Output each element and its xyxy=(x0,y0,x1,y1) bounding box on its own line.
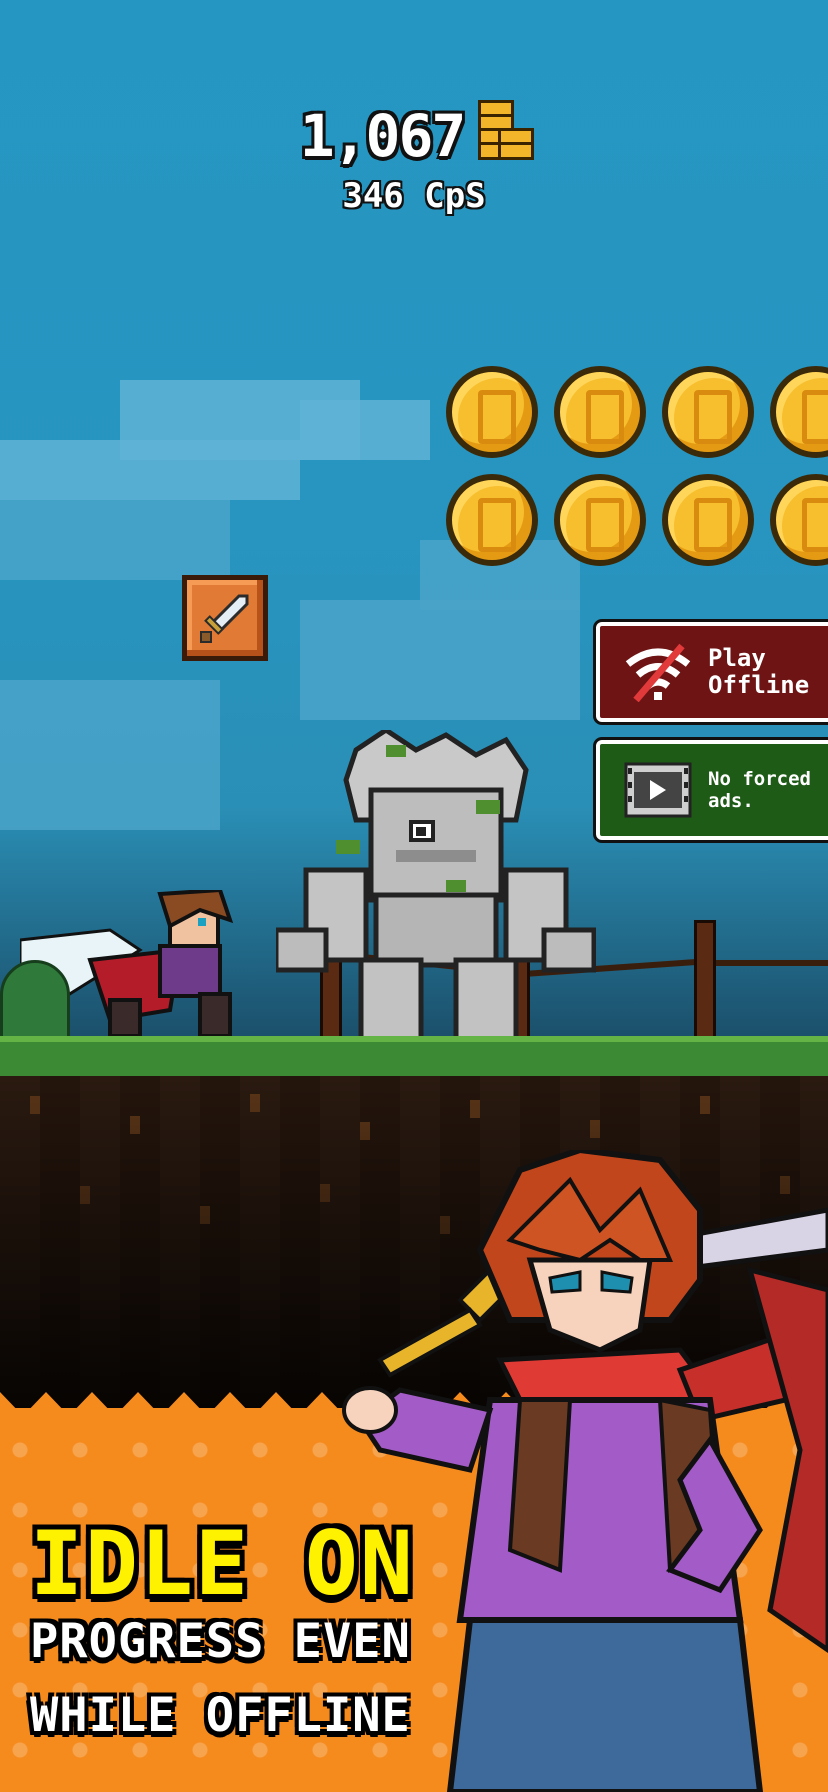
anime-heroine-art xyxy=(342,1150,828,1792)
dirt-speck xyxy=(590,1120,600,1138)
promo-subline-1: PROGRESS EVEN xyxy=(30,1614,411,1669)
dirt-speck xyxy=(320,1184,330,1202)
gold-coin-icon[interactable] xyxy=(662,474,754,566)
label-line: Play xyxy=(708,644,766,672)
gold-coin-icon[interactable] xyxy=(446,366,538,458)
gold-coin-icon[interactable] xyxy=(770,366,828,458)
promo-subline-2: WHILE OFFLINE xyxy=(30,1688,411,1743)
play-offline-card: Play Offline xyxy=(596,622,828,722)
game-screen: 1,067 346 CpS Play Offline No forced ads… xyxy=(0,0,828,1792)
no-wifi-icon xyxy=(622,642,694,703)
cloud xyxy=(300,600,580,720)
no-forced-ads-label: No forced ads. xyxy=(708,768,811,812)
play-offline-label: Play Offline xyxy=(708,645,809,699)
dirt-speck xyxy=(360,1122,370,1140)
dirt-speck xyxy=(470,1100,480,1118)
dirt-speck xyxy=(700,1096,710,1114)
fence-post xyxy=(694,920,716,1040)
currency-hud: 1,067 346 CpS xyxy=(0,100,828,216)
gold-amount: 1,067 xyxy=(299,102,467,170)
gold-coin-icon[interactable] xyxy=(662,366,754,458)
film-ad-icon xyxy=(622,760,694,820)
gold-coin-stack-icon xyxy=(472,100,535,162)
bush xyxy=(0,960,70,1040)
dirt-speck xyxy=(30,1096,40,1114)
sword-icon xyxy=(200,594,249,643)
gold-coin-icon[interactable] xyxy=(554,366,646,458)
gold-coin-icon[interactable] xyxy=(770,474,828,566)
promo-headline: IDLE ON xyxy=(30,1512,415,1615)
cloud xyxy=(0,500,230,580)
label-line: No forced xyxy=(708,768,811,790)
stone-golem-enemy[interactable] xyxy=(276,730,596,1040)
label-line: Offline xyxy=(708,671,810,699)
dirt-speck xyxy=(130,1116,140,1134)
dirt-speck xyxy=(200,1206,210,1224)
fence-rope xyxy=(710,960,828,966)
dirt-speck xyxy=(250,1094,260,1112)
cloud xyxy=(300,400,430,460)
sword-powerup[interactable] xyxy=(182,575,268,661)
cloud xyxy=(0,680,220,830)
no-forced-ads-card: No forced ads. xyxy=(596,740,828,840)
dirt-speck xyxy=(80,1186,90,1204)
label-line: ads. xyxy=(708,790,754,812)
coins-per-second: 346 CpS xyxy=(342,176,486,216)
gold-coin-icon[interactable] xyxy=(446,474,538,566)
gold-coin-icon[interactable] xyxy=(554,474,646,566)
